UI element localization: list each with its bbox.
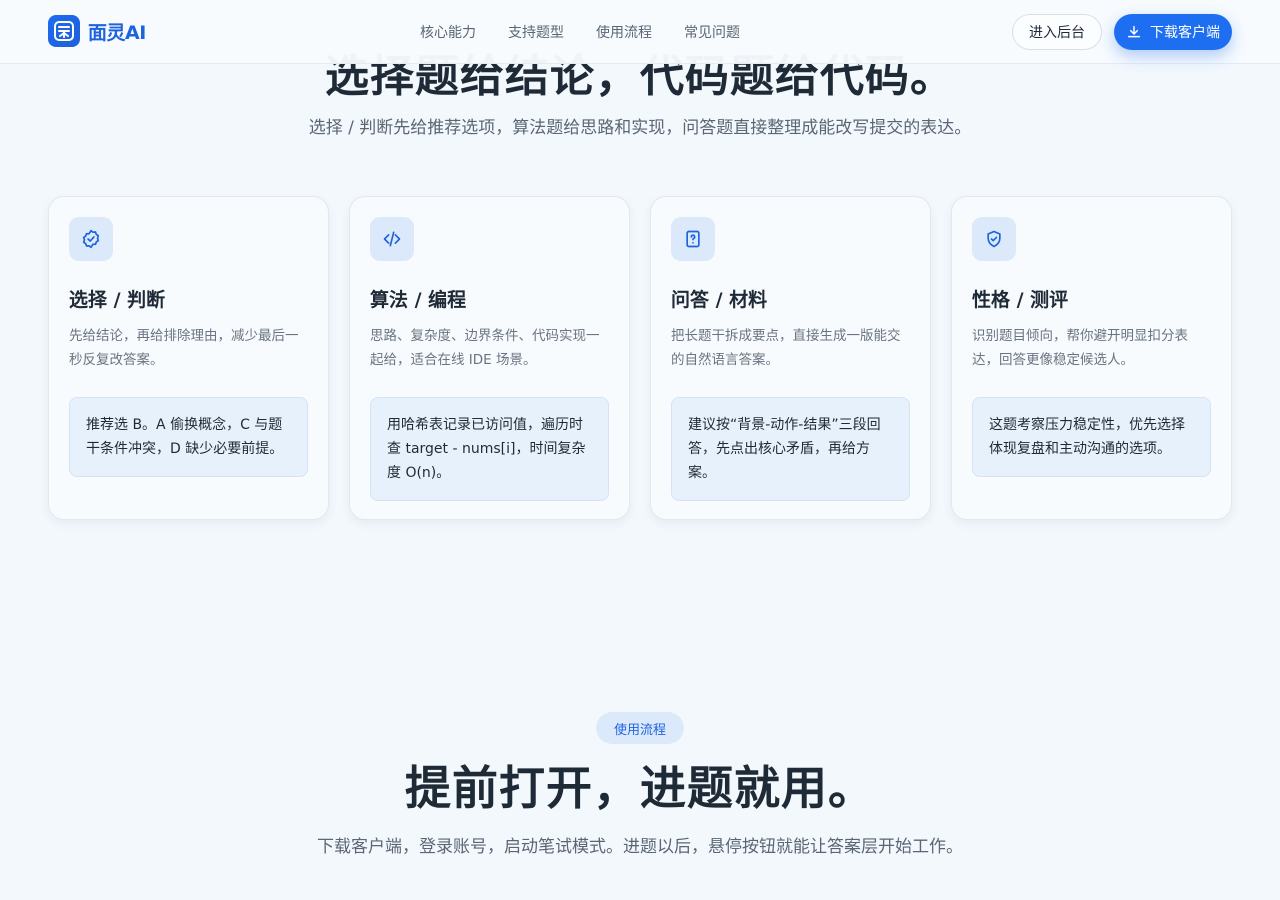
card-example: 推荐选 B。A 偷换概念，C 与题干条件冲突，D 缺少必要前提。 [69, 397, 308, 477]
card-desc: 把长题干拆成要点，直接生成一版能交的自然语言答案。 [671, 328, 901, 368]
nav-item-flow[interactable]: 使用流程 [596, 22, 652, 42]
main-nav: 核心能力 支持题型 使用流程 常见问题 [420, 22, 740, 42]
card-example: 用哈希表记录已访问值，遍历时查 target - nums[i]，时间复杂度 O… [370, 397, 609, 501]
brand-logo[interactable]: 面灵AI [48, 15, 146, 47]
download-button[interactable]: 下载客户端 [1114, 14, 1232, 50]
download-icon [1127, 25, 1141, 38]
card-desc: 思路、复杂度、边界条件、代码实现一起给，适合在线 IDE 场景。 [370, 328, 600, 368]
card-qa: 问答 / 材料 把长题干拆成要点，直接生成一版能交的自然语言答案。 建议按“背景… [650, 196, 931, 520]
nav-item-faq[interactable]: 常见问题 [684, 22, 740, 42]
download-label: 下载客户端 [1150, 25, 1220, 41]
nav-item-core[interactable]: 核心能力 [420, 22, 476, 42]
brand-name: 面灵AI [88, 21, 146, 44]
card-personality: 性格 / 测评 识别题目倾向，帮你避开明显扣分表达，回答更像稳定候选人。 这题考… [951, 196, 1232, 520]
card-title: 选择 / 判断 [69, 289, 166, 311]
top-header: 面灵AI 核心能力 支持题型 使用流程 常见问题 进入后台 下载客户端 [0, 0, 1280, 64]
card-desc: 识别题目倾向，帮你避开明显扣分表达，回答更像稳定候选人。 [972, 328, 1188, 368]
nav-item-types[interactable]: 支持题型 [508, 22, 564, 42]
card-example: 建议按“背景-动作-结果”三段回答，先点出核心矛盾，再给方案。 [671, 397, 910, 501]
hero-subtitle: 选择 / 判断先给推荐选项，算法题给思路和实现，问答题直接整理成能改写提交的表达… [308, 118, 972, 138]
code-icon [370, 217, 414, 261]
card-coding: 算法 / 编程 思路、复杂度、边界条件、代码实现一起给，适合在线 IDE 场景。… [349, 196, 630, 520]
section-title: 提前打开，进题就用。 [405, 761, 875, 815]
card-desc: 先给结论，再给排除理由，减少最后一秒反复改答案。 [69, 328, 299, 368]
shield-check-icon [972, 217, 1016, 261]
file-question-icon [671, 217, 715, 261]
card-title: 算法 / 编程 [370, 289, 467, 311]
card-title: 性格 / 测评 [972, 289, 1069, 311]
card-title: 问答 / 材料 [671, 289, 768, 311]
admin-button[interactable]: 进入后台 [1012, 14, 1102, 50]
badge-check-icon [69, 217, 113, 261]
card-choice: 选择 / 判断 先给结论，再给排除理由，减少最后一秒反复改答案。 推荐选 B。A… [48, 196, 329, 520]
section-badge: 使用流程 [596, 712, 684, 744]
card-example: 这题考察压力稳定性，优先选择体现复盘和主动沟通的选项。 [972, 397, 1211, 477]
logo-icon [48, 15, 80, 47]
section-subtitle: 下载客户端，登录账号，启动笔试模式。进题以后，悬停按钮就能让答案层开始工作。 [317, 837, 963, 857]
question-type-cards: 选择 / 判断 先给结论，再给排除理由，减少最后一秒反复改答案。 推荐选 B。A… [48, 196, 1232, 520]
